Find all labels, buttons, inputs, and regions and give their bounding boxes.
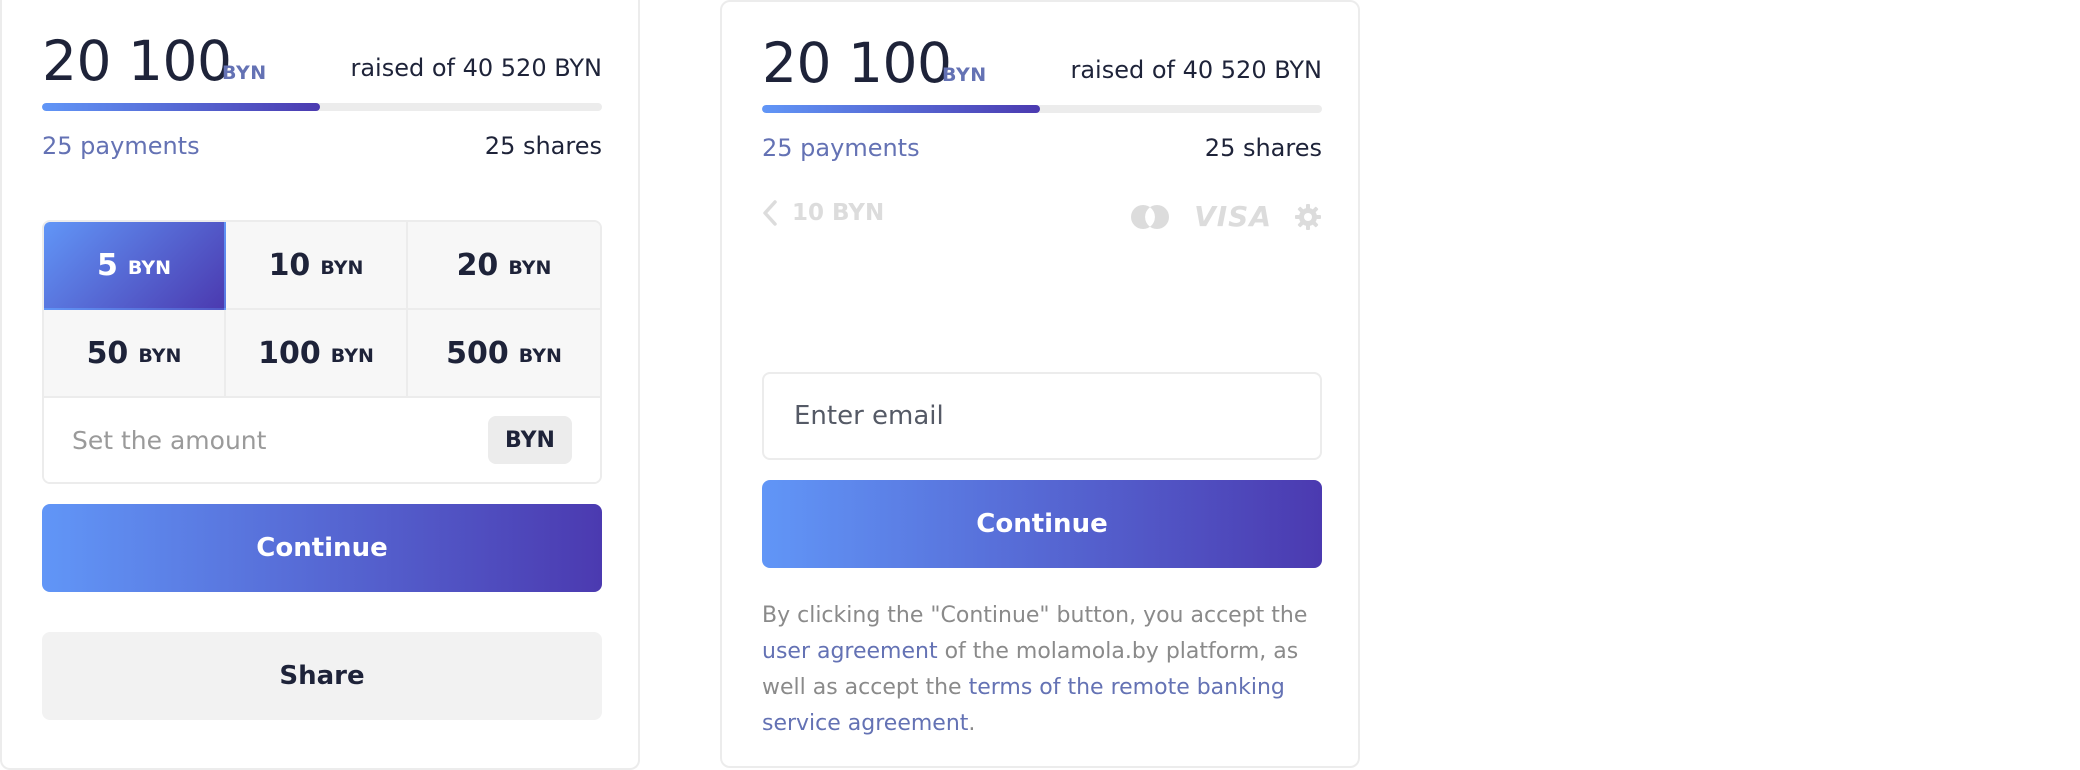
chevron-left-icon	[763, 200, 777, 226]
terms-part-3: .	[968, 711, 976, 736]
amount-option-5[interactable]: 5 BYN	[44, 222, 226, 310]
continue-button[interactable]: Continue	[762, 480, 1322, 568]
gear-icon	[1295, 203, 1321, 230]
stats-row: 25 payments 25 shares	[42, 132, 602, 162]
amount-option-50[interactable]: 50 BYN	[44, 310, 226, 398]
raised-currency: BYN	[942, 64, 987, 86]
progress-fill	[762, 105, 1040, 113]
raised-amount: 20 100	[42, 29, 232, 93]
user-agreement-link[interactable]: user agreement	[762, 639, 938, 664]
mastercard-icon	[1131, 204, 1170, 229]
raised-currency: BYN	[222, 62, 267, 84]
payments-count: 25 payments	[42, 132, 200, 160]
progress-fill	[42, 103, 320, 111]
continue-button[interactable]: Continue	[42, 504, 602, 592]
shares-count: 25 shares	[1204, 134, 1322, 162]
custom-amount-input[interactable]	[72, 420, 452, 460]
amount-option-currency: BYN	[320, 257, 364, 279]
amount-option-value: 100	[258, 335, 321, 371]
custom-amount-row: BYN	[44, 398, 600, 482]
amount-grid: 5 BYN 10 BYN 20 BYN 50 BYN 100 BYN 500 B…	[42, 220, 602, 484]
custom-amount-currency-badge: BYN	[488, 416, 572, 464]
progress-bar	[42, 103, 602, 111]
amount-option-100[interactable]: 100 BYN	[226, 310, 408, 398]
donation-card: 20 100 BYN raised of 40 520 BYN 25 payme…	[0, 0, 640, 770]
back-amount-label: 10 BYN	[792, 200, 885, 226]
goal-label: raised of 40 520 BYN	[350, 54, 602, 82]
amount-option-value: 10	[268, 247, 311, 283]
raised-summary: 20 100 BYN raised of 40 520 BYN	[762, 32, 1322, 94]
raised-amount: 20 100	[762, 31, 952, 95]
amount-option-value: 50	[86, 335, 129, 371]
progress-bar	[762, 105, 1322, 113]
amount-option-500[interactable]: 500 BYN	[408, 310, 600, 398]
back-to-amount-link[interactable]: 10 BYN	[762, 200, 884, 226]
payment-card: 20 100 BYN raised of 40 520 BYN 25 payme…	[720, 0, 1360, 768]
payment-method-row: 10 BYN VISA	[762, 200, 1322, 236]
stats-row: 25 payments 25 shares	[762, 134, 1322, 164]
terms-text: By clicking the "Continue" button, you a…	[762, 598, 1322, 742]
amount-option-currency: BYN	[330, 345, 374, 367]
amount-option-20[interactable]: 20 BYN	[408, 222, 600, 310]
amount-option-value: 20	[456, 247, 499, 283]
payments-count: 25 payments	[762, 134, 920, 162]
payment-icons: VISA	[1128, 200, 1322, 233]
goal-label: raised of 40 520 BYN	[1070, 56, 1322, 84]
terms-part-1: By clicking the "Continue" button, you a…	[762, 603, 1308, 628]
amount-option-currency: BYN	[518, 345, 562, 367]
amount-option-10[interactable]: 10 BYN	[226, 222, 408, 310]
amount-option-currency: BYN	[138, 345, 182, 367]
email-input[interactable]	[762, 372, 1322, 460]
raised-summary: 20 100 BYN raised of 40 520 BYN	[42, 30, 602, 92]
visa-logo: VISA	[1194, 200, 1272, 233]
shares-count: 25 shares	[484, 132, 602, 160]
share-button[interactable]: Share	[42, 632, 602, 720]
amount-option-currency: BYN	[508, 257, 552, 279]
amount-option-value: 500	[446, 335, 509, 371]
amount-option-value: 5	[97, 247, 118, 283]
amount-option-currency: BYN	[127, 257, 171, 279]
